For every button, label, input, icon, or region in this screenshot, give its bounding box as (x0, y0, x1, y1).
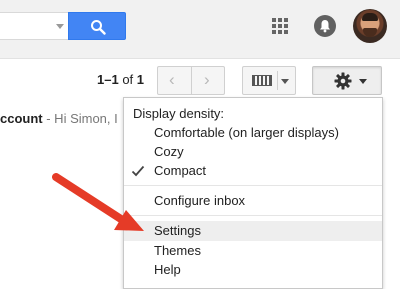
display-density-heading: Display density: (133, 106, 225, 121)
divider (277, 71, 278, 90)
density-compact[interactable]: Compact (124, 161, 382, 181)
density-cozy[interactable]: Cozy (124, 142, 382, 162)
apps-grid-icon[interactable] (272, 18, 288, 34)
chevron-down-icon (56, 24, 64, 29)
pagination-count: 1–1 of 1 (97, 72, 144, 87)
avatar[interactable] (353, 9, 387, 43)
chevron-right-icon: › (204, 70, 210, 89)
configure-inbox-item[interactable]: Configure inbox (124, 191, 382, 211)
settings-gear-button[interactable] (312, 66, 382, 95)
settings-menu: Display density: Comfortable (on larger … (123, 97, 383, 289)
of-label: of (122, 72, 134, 87)
chevron-left-icon: ‹ (169, 70, 175, 89)
email-subject: ccount (0, 111, 43, 126)
themes-item[interactable]: Themes (124, 241, 382, 261)
search-options-dropdown[interactable] (56, 12, 68, 40)
gear-icon (334, 72, 352, 90)
top-bar (0, 0, 400, 59)
bell-icon[interactable] (314, 15, 336, 37)
pagination-buttons: ‹ › (157, 66, 225, 95)
check-icon (131, 165, 145, 177)
page-range: 1–1 (97, 72, 119, 87)
menu-divider (124, 215, 382, 216)
menu-divider (124, 185, 382, 186)
density-comfortable[interactable]: Comfortable (on larger displays) (124, 123, 382, 143)
chevron-down-icon (359, 79, 367, 84)
help-item[interactable]: Help (124, 260, 382, 280)
keyboard-icon (252, 75, 272, 86)
search-input[interactable] (0, 12, 56, 40)
chevron-down-icon[interactable] (281, 79, 289, 84)
newer-button[interactable]: ‹ (158, 67, 192, 94)
search-button[interactable] (68, 12, 126, 40)
page-total: 1 (136, 72, 145, 87)
email-row[interactable]: ccount - Hi Simon, I (0, 111, 118, 126)
search-icon (91, 20, 106, 35)
older-button[interactable]: › (192, 67, 225, 94)
settings-item[interactable]: Settings (124, 221, 382, 241)
email-snippet: - Hi Simon, I (42, 111, 118, 126)
input-tools-button[interactable] (242, 66, 296, 95)
